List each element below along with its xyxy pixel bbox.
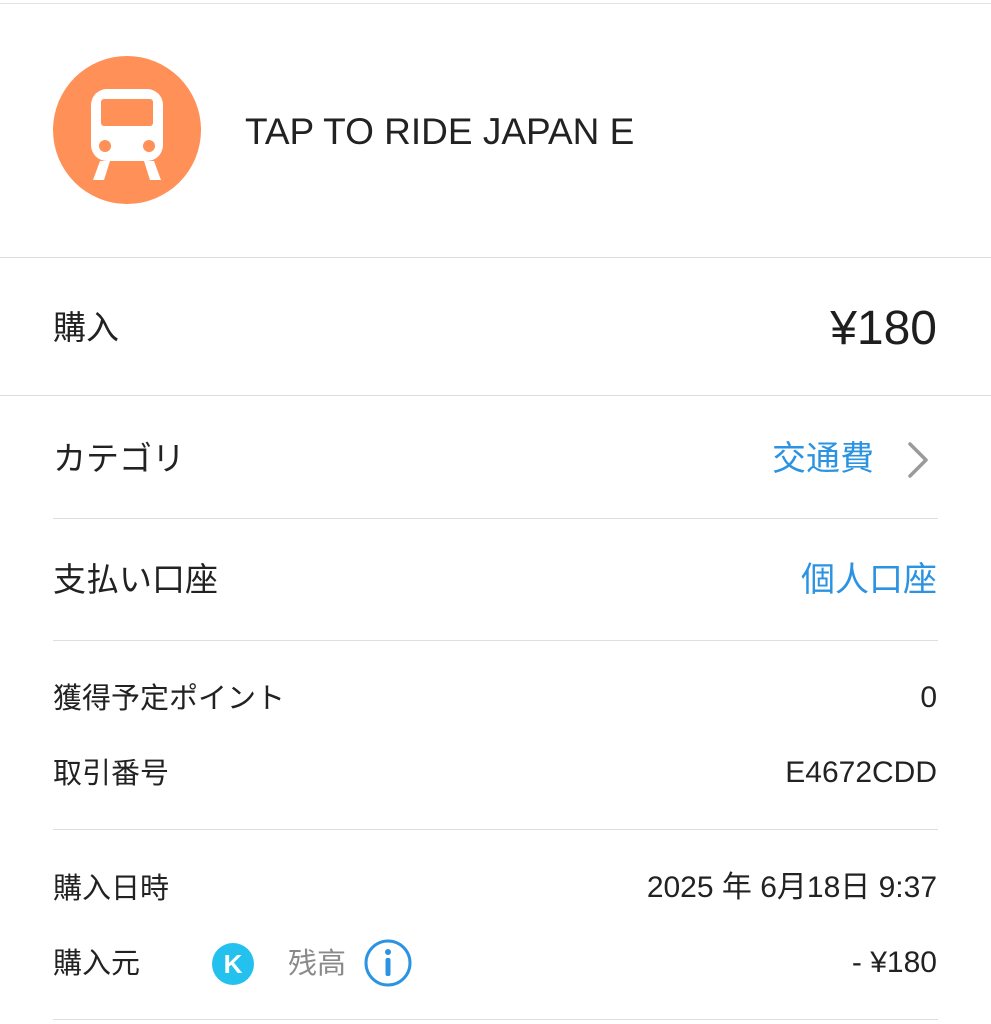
points-label: 獲得予定ポイント <box>53 681 286 715</box>
purchase-datetime-label: 購入日時 <box>53 871 170 905</box>
points-value: 0 <box>920 681 937 714</box>
top-divider <box>0 3 991 4</box>
details-divider <box>53 829 938 830</box>
header-divider <box>0 257 991 258</box>
category-row[interactable]: カテゴリ 交通費 <box>0 400 991 516</box>
info-icon[interactable] <box>363 938 413 988</box>
transaction-id-label: 取引番号 <box>53 756 170 790</box>
category-divider <box>53 518 938 519</box>
amount-divider <box>0 395 991 396</box>
merchant-avatar <box>53 56 201 204</box>
chevron-right-icon[interactable] <box>902 440 932 480</box>
payment-account-label: 支払い口座 <box>53 560 218 599</box>
train-icon <box>91 89 163 180</box>
payment-account-value[interactable]: 個人口座 <box>801 558 937 602</box>
category-value[interactable]: 交通費 <box>772 437 874 481</box>
purchase-source-label: 購入元 <box>53 946 141 980</box>
kyash-badge-icon: K <box>212 943 254 985</box>
bottom-divider <box>53 1019 938 1020</box>
purchase-label: 購入 <box>53 308 119 347</box>
purchase-amount: ¥180 <box>830 302 937 355</box>
merchant-name: TAP TO RIDE JAPAN E <box>245 111 635 152</box>
transaction-id-value: E4672CDD <box>785 756 937 789</box>
account-divider <box>53 640 938 641</box>
purchase-source-amount: - ¥180 <box>851 946 937 979</box>
category-label: カテゴリ <box>53 439 185 478</box>
source-method: 残高 <box>288 946 347 980</box>
purchase-datetime-value: 2025 年 6月18日 9:37 <box>646 871 937 904</box>
